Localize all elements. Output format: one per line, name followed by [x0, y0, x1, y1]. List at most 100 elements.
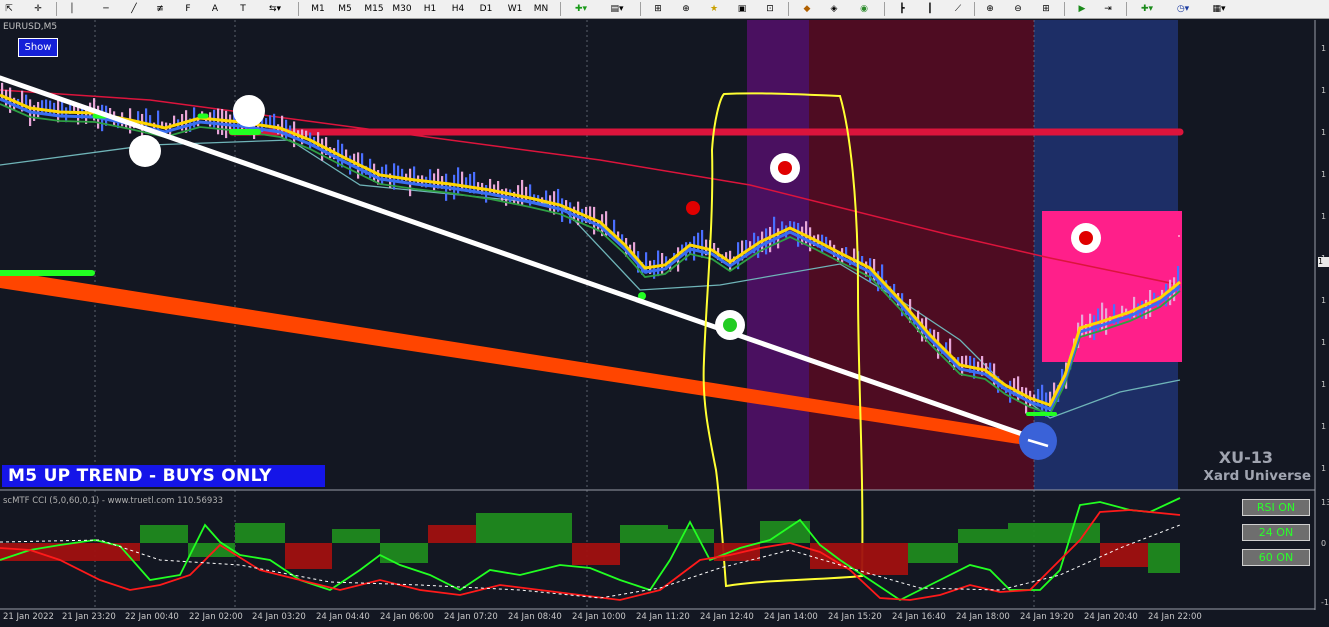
- y-axis-label: 1: [1321, 422, 1327, 431]
- cci-histogram-bar: [714, 543, 760, 561]
- timeframe-button-d1[interactable]: D1: [477, 1, 495, 16]
- bar-chart-icon[interactable]: ┣: [894, 1, 910, 16]
- x-axis-label: 24 Jan 18:00: [956, 612, 1010, 622]
- chart-window-icon[interactable]: ▣: [734, 1, 750, 16]
- indicators-icon[interactable]: ⊞: [650, 1, 666, 16]
- arrows-icon[interactable]: ⇆▾: [264, 1, 286, 16]
- star-icon[interactable]: ★: [706, 1, 722, 16]
- price-bar: [657, 250, 660, 277]
- cci-histogram-bar: [860, 543, 908, 575]
- timeframe-button-m5[interactable]: M5: [336, 1, 354, 16]
- timeframe-button-h4[interactable]: H4: [449, 1, 467, 16]
- timeframe-button-h1[interactable]: H1: [421, 1, 439, 16]
- fibonacci-icon[interactable]: F: [180, 1, 196, 16]
- y-axis-label: 1: [1321, 296, 1327, 305]
- pink-box: [1042, 211, 1182, 362]
- cci-histogram-bar: [668, 529, 714, 543]
- cci-histogram-bar: [380, 543, 428, 563]
- channel-icon[interactable]: ≢: [152, 1, 168, 16]
- crosshair-icon[interactable]: ✛: [30, 1, 46, 16]
- cci-histogram-bar: [1148, 543, 1180, 573]
- cci-histogram-bar: [235, 523, 285, 543]
- x-axis-label: 22 Jan 00:40: [125, 612, 179, 622]
- line-chart-icon[interactable]: ⟋: [950, 1, 966, 16]
- autotrading-icon[interactable]: ◆: [798, 1, 816, 16]
- toolbar: ⇱ ✛ │ ─ ╱ ≢ F A T ⇆▾ M1 M5 M15 M30 H1 H4 D1 W1 M…: [0, 0, 1329, 19]
- osc-y-label-top: 13: [1321, 498, 1329, 507]
- text-icon[interactable]: A: [209, 1, 221, 16]
- period-24-toggle-button[interactable]: 24 ON: [1242, 524, 1310, 541]
- timeframe-button-m1[interactable]: M1: [308, 1, 328, 16]
- y-axis-label: 1: [1321, 170, 1327, 179]
- periods-clock-icon[interactable]: ◷▾: [1170, 1, 1196, 16]
- cursor-arrow-icon[interactable]: ⇱: [2, 1, 16, 16]
- cci-histogram-bar: [1100, 543, 1148, 567]
- templates-icon[interactable]: ▤▾: [604, 1, 630, 16]
- y-axis-label: 1: [1321, 44, 1327, 53]
- x-axis-label: 24 Jan 12:40: [700, 612, 754, 622]
- cci-histogram-bar: [908, 543, 958, 563]
- white-marker: [129, 135, 161, 167]
- candle-chart-icon[interactable]: ┃: [922, 1, 938, 16]
- price-bar: [701, 229, 704, 258]
- show-button[interactable]: Show: [18, 38, 58, 57]
- chart-area[interactable]: [0, 18, 1329, 627]
- period-60-toggle-button[interactable]: 60 ON: [1242, 549, 1310, 566]
- zoom-out-icon[interactable]: ⊖: [1010, 1, 1026, 16]
- cci-histogram-bar: [140, 525, 188, 543]
- trend-banner: M5 UP TREND - BUYS ONLY: [2, 465, 325, 487]
- price-bar: [413, 166, 416, 185]
- x-axis-label: 21 Jan 2022: [3, 612, 54, 622]
- tile-windows-icon[interactable]: ⊞: [1038, 1, 1054, 16]
- symbol-label: EURUSD,M5: [3, 22, 58, 32]
- x-axis-label: 24 Jan 15:20: [828, 612, 882, 622]
- y-axis-label: 1: [1321, 338, 1327, 347]
- zoom-in-icon[interactable]: ⊕: [982, 1, 998, 16]
- add-indicator-icon[interactable]: ✚▾: [1134, 1, 1160, 16]
- price-tag: 1: [1318, 257, 1329, 267]
- x-axis-label: 24 Jan 08:40: [508, 612, 562, 622]
- x-axis-label: 24 Jan 20:40: [1084, 612, 1138, 622]
- price-bar: [401, 168, 404, 183]
- purple-zone: [747, 20, 809, 490]
- autoscroll-icon[interactable]: ▶: [1074, 1, 1090, 16]
- timeframe-button-m30[interactable]: M30: [390, 1, 414, 16]
- y-axis-label: 1: [1321, 380, 1327, 389]
- trendline-icon[interactable]: ╱: [126, 1, 142, 16]
- osc-y-label-bottom: -13: [1321, 598, 1329, 607]
- text-label-icon[interactable]: T: [236, 1, 250, 16]
- cci-histogram-bar: [572, 543, 620, 565]
- y-axis-label: 1: [1321, 86, 1327, 95]
- y-axis-label: 1: [1321, 464, 1327, 473]
- price-bar: [305, 130, 308, 138]
- cci-histogram-bar: [958, 529, 1008, 543]
- horizontal-line-icon[interactable]: ─: [98, 1, 114, 16]
- target-icon[interactable]: ⊕: [678, 1, 694, 16]
- chart-shift-icon[interactable]: ⇥: [1100, 1, 1116, 16]
- x-axis-label: 24 Jan 19:20: [1020, 612, 1074, 622]
- y-axis-label: 1: [1321, 212, 1327, 221]
- rsi-toggle-button[interactable]: RSI ON: [1242, 499, 1310, 516]
- zoom-window-icon[interactable]: ⊡: [762, 1, 778, 16]
- cci-histogram-bar: [428, 525, 476, 543]
- price-bar: [221, 109, 224, 135]
- x-axis-label: 24 Jan 04:40: [316, 612, 370, 622]
- x-axis-label: 24 Jan 16:40: [892, 612, 946, 622]
- osc-y-label-zero: 0: [1321, 539, 1327, 548]
- price-bar: [217, 108, 220, 135]
- x-axis-label: 24 Jan 14:00: [764, 612, 818, 622]
- brand-title: XU-13: [1218, 448, 1273, 467]
- cci-histogram-bar: [1008, 523, 1058, 543]
- timeframe-button-w1[interactable]: W1: [505, 1, 525, 16]
- x-axis-label: 24 Jan 22:00: [1148, 612, 1202, 622]
- shield-icon[interactable]: ◈: [826, 1, 842, 16]
- globe-icon[interactable]: ◉: [856, 1, 872, 16]
- vertical-line-icon[interactable]: │: [66, 1, 78, 16]
- templates-menu-icon[interactable]: ▦▾: [1206, 1, 1232, 16]
- x-axis-label: 22 Jan 02:00: [189, 612, 243, 622]
- new-order-icon[interactable]: ✚▾: [568, 1, 594, 16]
- timeframe-button-mn[interactable]: MN: [531, 1, 551, 16]
- x-axis-label: 21 Jan 23:20: [62, 612, 116, 622]
- cci-histogram-bar: [620, 525, 668, 543]
- timeframe-button-m15[interactable]: M15: [362, 1, 386, 16]
